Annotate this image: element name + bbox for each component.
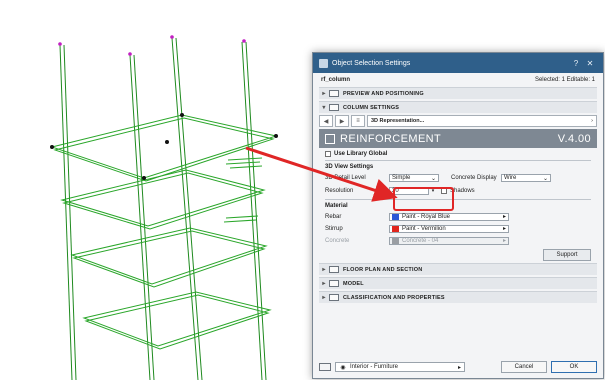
divider <box>325 199 591 200</box>
previous-page-button[interactable]: ◀ <box>319 115 333 127</box>
shadows-checkbox[interactable] <box>441 188 447 194</box>
material-select[interactable]: Paint - Vermilion ▸ <box>389 224 509 233</box>
section-floor-plan[interactable]: ▸ FLOOR PLAN AND SECTION <box>319 263 597 275</box>
page-selector-dropdown[interactable]: 3D Representation... › <box>367 115 597 127</box>
layer-select[interactable]: ◉ Interior - Furniture ▸ <box>335 362 465 372</box>
section-column-settings[interactable]: ▾ COLUMN SETTINGS <box>319 101 597 113</box>
object-name: rf_column <box>321 77 351 83</box>
use-library-global-checkbox[interactable] <box>325 151 331 157</box>
material-row: Rebar Paint - Royal Blue ▸ <box>325 212 591 221</box>
use-library-global-label: Use Library Global <box>334 151 388 157</box>
section-classification[interactable]: ▸ CLASSIFICATION AND PROPERTIES <box>319 291 597 303</box>
material-row: Concrete Concrete - 04 ▸ <box>325 236 591 245</box>
cancel-button[interactable]: Cancel <box>501 361 547 373</box>
banner-title: REINFORCEMENT <box>340 132 442 145</box>
use-library-global-option[interactable]: Use Library Global <box>325 151 591 157</box>
chevron-right-icon: › <box>591 118 593 124</box>
object-selection-settings-dialog: Object Selection Settings ? ✕ rf_column … <box>312 52 604 379</box>
material-value: Concrete - 04 <box>402 237 439 244</box>
floor-plan-icon <box>329 266 339 273</box>
material-swatch <box>392 225 399 232</box>
detail-level-select[interactable]: Simple ⌄ <box>389 174 439 182</box>
material-swatch <box>392 213 399 220</box>
material-label: Stirrup <box>325 225 343 232</box>
top-bar-dots <box>58 35 246 56</box>
section-preview-positioning[interactable]: ▸ PREVIEW AND POSITIONING <box>319 87 597 99</box>
chevron-right-icon: ▸ <box>502 238 506 244</box>
expand-arrow-icon: ▸ <box>322 267 326 273</box>
section-model[interactable]: ▸ MODEL <box>319 277 597 289</box>
material-list: Rebar Paint - Royal Blue ▸ Stirrup Paint - V… <box>313 212 603 245</box>
page-navigation-row: ◀ ▶ ≡ 3D Representation... › <box>319 115 597 127</box>
resolution-stepper[interactable]: ▾ <box>429 187 437 195</box>
section-label: COLUMN SETTINGS <box>343 104 400 111</box>
chevron-down-icon: ⌄ <box>542 175 548 182</box>
eye-icon: ◉ <box>340 364 346 371</box>
app-icon <box>319 58 328 68</box>
reinforcement-logo-icon <box>325 133 335 144</box>
detail-level-label: 3D Detail Level <box>325 175 366 181</box>
resolution-label: Resolution <box>325 188 354 194</box>
column-settings-icon <box>329 104 339 111</box>
material-value: Paint - Royal Blue <box>402 213 451 220</box>
model-icon <box>329 280 339 287</box>
help-button[interactable]: ? <box>569 59 583 68</box>
layer-icon <box>319 363 331 371</box>
page-list-icon[interactable]: ≡ <box>351 115 365 127</box>
classification-icon <box>329 294 339 301</box>
support-row: Support <box>325 249 591 261</box>
concrete-display-label: Concrete Display <box>451 175 497 181</box>
reinforcement-banner: REINFORCEMENT V.4.00 <box>319 129 597 148</box>
concrete-display-select[interactable]: Wire ⌄ <box>501 174 551 182</box>
resolution-input[interactable]: 20 <box>389 187 429 195</box>
material-label: Concrete <box>325 237 350 244</box>
chevron-right-icon: ▸ <box>502 226 506 232</box>
detail-level-value: Simple <box>392 175 411 181</box>
page-selector-value: 3D Representation... <box>371 118 425 124</box>
chevron-right-icon: ▸ <box>502 214 506 220</box>
material-row: Stirrup Paint - Vermilion ▸ <box>325 224 591 233</box>
resolution-value: 20 <box>392 188 399 194</box>
divider <box>325 160 591 161</box>
expand-arrow-icon: ▸ <box>322 281 326 287</box>
material-label: Rebar <box>325 213 342 220</box>
close-button[interactable]: ✕ <box>583 59 597 68</box>
section-label: FLOOR PLAN AND SECTION <box>343 266 423 273</box>
material-select[interactable]: Concrete - 04 ▸ <box>389 236 509 245</box>
dialog-footer: ◉ Interior - Furniture ▸ Cancel OK <box>319 360 597 374</box>
section-label: PREVIEW AND POSITIONING <box>343 90 424 97</box>
chevron-down-icon: ⌄ <box>430 175 436 182</box>
shadows-label: Shadows <box>450 188 475 194</box>
stirrups <box>50 114 278 350</box>
material-swatch <box>392 237 399 244</box>
material-heading: Material <box>325 203 348 209</box>
3d-view-settings-heading: 3D View Settings <box>325 164 374 170</box>
material-value: Paint - Vermilion <box>402 225 446 232</box>
preview-icon <box>329 90 339 97</box>
selection-info: Selected: 1 Editable: 1 <box>534 77 595 83</box>
expand-arrow-icon: ▸ <box>322 91 326 97</box>
ok-button[interactable]: OK <box>551 361 597 373</box>
resolution-row: Resolution 20 ▾ Shadows <box>325 186 591 196</box>
expand-arrow-icon: ▸ <box>322 295 326 301</box>
chevron-right-icon: ▸ <box>457 364 461 371</box>
collapse-arrow-icon: ▾ <box>322 105 326 111</box>
object-info-row: rf_column Selected: 1 Editable: 1 <box>313 73 603 85</box>
support-button[interactable]: Support <box>543 249 591 261</box>
section-label: CLASSIFICATION AND PROPERTIES <box>343 294 445 301</box>
concrete-display-value: Wire <box>504 175 517 181</box>
next-page-button[interactable]: ▶ <box>335 115 349 127</box>
section-label: MODEL <box>343 280 364 287</box>
dialog-titlebar[interactable]: Object Selection Settings ? ✕ <box>313 53 603 73</box>
material-select[interactable]: Paint - Royal Blue ▸ <box>389 212 509 221</box>
detail-level-row: 3D Detail Level Simple ⌄ Concrete Displa… <box>325 173 591 183</box>
layer-value: Interior - Furniture <box>350 364 399 370</box>
banner-version: V.4.00 <box>557 132 591 145</box>
dialog-title: Object Selection Settings <box>332 59 411 67</box>
